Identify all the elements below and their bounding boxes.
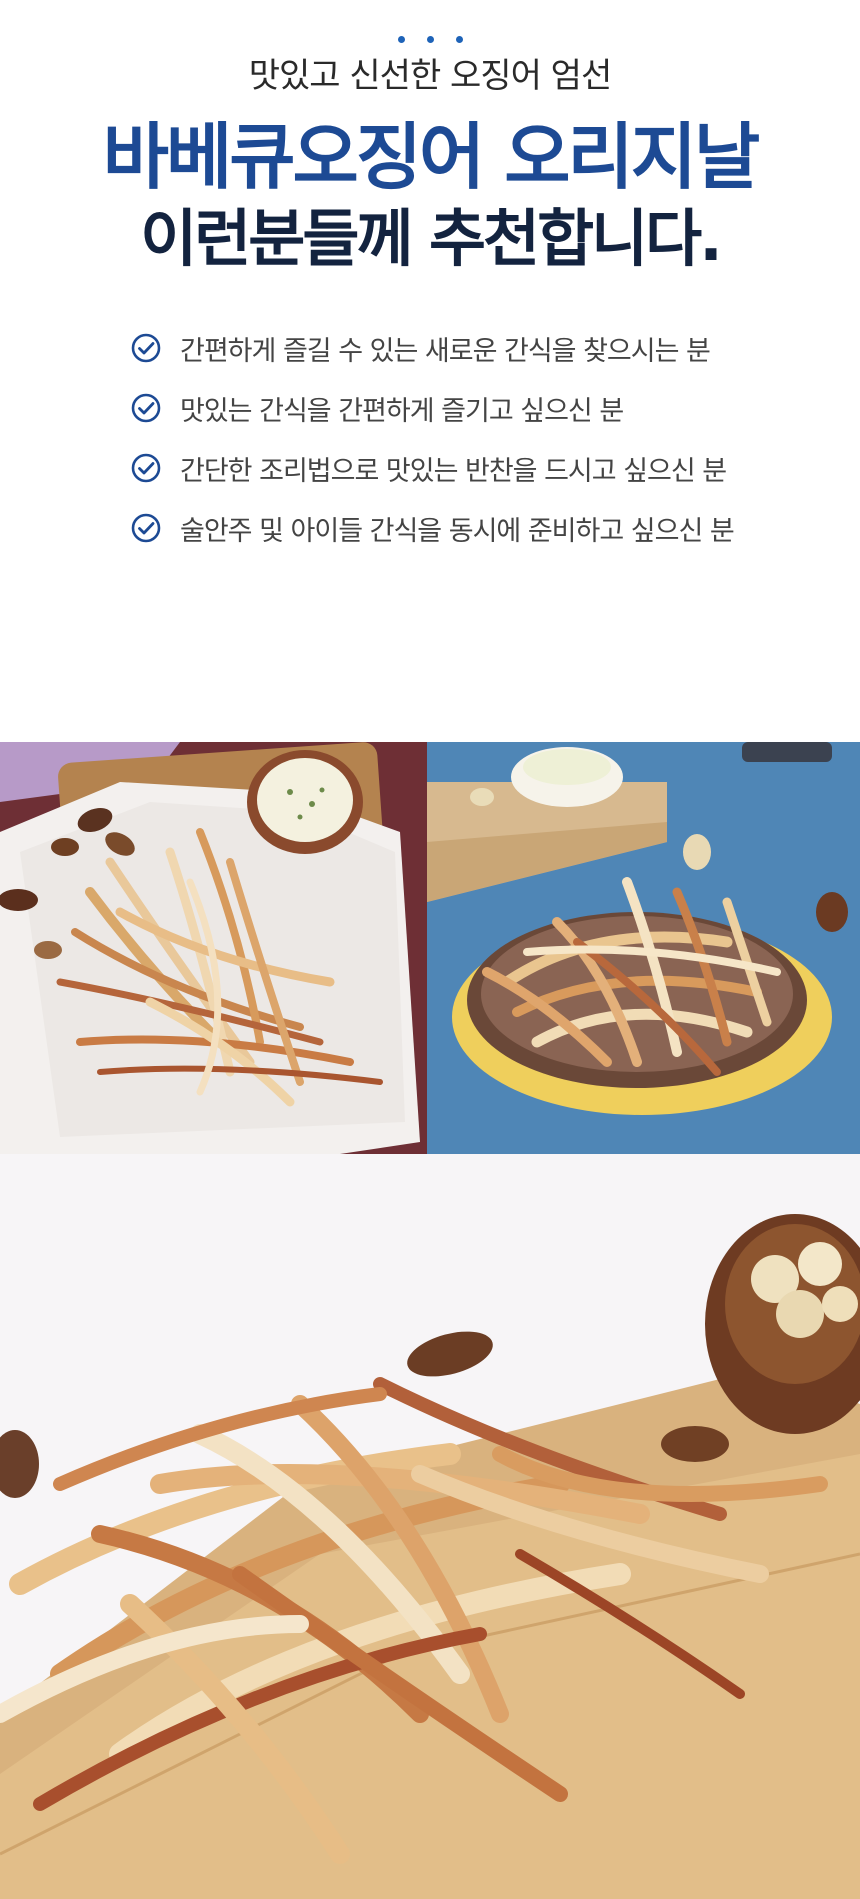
recommendation-header: 맛있고 신선한 오징어 엄선 바베큐오징어 오리지날 이런분들께 추천합니다. …: [0, 0, 860, 560]
list-item: 술안주 및 아이들 간식을 동시에 준비하고 싶으신 분: [130, 498, 770, 558]
list-item-text: 간편하게 즐길 수 있는 새로운 간식을 찾으시는 분: [180, 335, 711, 367]
list-item: 맛있는 간식을 간편하게 즐기고 싶으신 분: [130, 378, 770, 438]
recommendation-heading: 이런분들께 추천합니다.: [140, 202, 723, 275]
decorative-dots: [0, 36, 860, 43]
dot-icon: [426, 36, 434, 43]
dot-icon: [455, 36, 463, 43]
dot-icon: [397, 36, 405, 43]
check-circle-icon: [131, 393, 161, 423]
list-item-text: 맛있는 간식을 간편하게 즐기고 싶으신 분: [180, 395, 624, 427]
check-circle-icon: [131, 513, 161, 543]
product-photo-closeup: [0, 1154, 860, 1899]
list-item-text: 간단한 조리법으로 맛있는 반찬을 드시고 싶으신 분: [180, 455, 727, 487]
check-circle-icon: [131, 453, 161, 483]
list-item: 간단한 조리법으로 맛있는 반찬을 드시고 싶으신 분: [130, 438, 770, 498]
list-item: 간편하게 즐길 수 있는 새로운 간식을 찾으시는 분: [130, 318, 770, 378]
subtitle: 맛있고 신선한 오징어 엄선: [248, 56, 613, 96]
product-photo-parchment: [0, 742, 427, 1154]
check-circle-icon: [131, 333, 161, 363]
product-detail-page: 맛있고 신선한 오징어 엄선 바베큐오징어 오리지날 이런분들께 추천합니다. …: [0, 0, 860, 1899]
list-item-text: 술안주 및 아이들 간식을 동시에 준비하고 싶으신 분: [180, 515, 735, 547]
product-photo-plate: [427, 742, 860, 1154]
recommendation-list: 간편하게 즐길 수 있는 새로운 간식을 찾으시는 분 맛있는 간식을 간편하게…: [130, 318, 770, 558]
